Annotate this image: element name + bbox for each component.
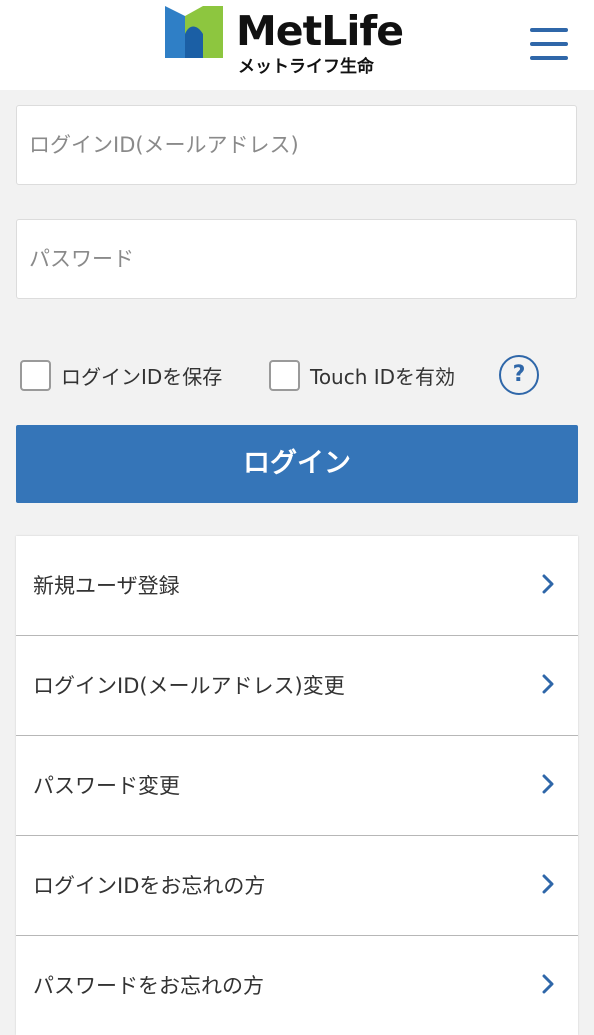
menu-item-change-password[interactable]: パスワード変更 [16, 736, 578, 836]
chevron-right-icon [542, 774, 554, 794]
brand-name: MetLife [236, 7, 404, 55]
login-id-input[interactable] [16, 105, 577, 185]
hamburger-menu-icon[interactable] [526, 24, 572, 64]
menu-item-label: ログインID(メールアドレス)変更 [33, 674, 345, 698]
metlife-logo-icon [165, 6, 223, 58]
chevron-right-icon [542, 674, 554, 694]
touch-id-checkbox[interactable]: Touch IDを有効 [269, 357, 455, 393]
login-options: ログインIDを保存 Touch IDを有効 ? [0, 355, 594, 395]
login-button[interactable]: ログイン [16, 425, 578, 503]
chevron-right-icon [542, 574, 554, 594]
menu-item-new-user[interactable]: 新規ユーザ登録 [16, 536, 578, 636]
menu-item-forgot-login-id[interactable]: ログインIDをお忘れの方 [16, 836, 578, 936]
brand-subtitle: メットライフ生命 [238, 57, 374, 77]
checkbox-box[interactable] [269, 359, 300, 391]
menu-item-label: 新規ユーザ登録 [33, 574, 180, 598]
app-header: MetLife メットライフ生命 [0, 0, 594, 90]
menu-item-label: パスワードをお忘れの方 [33, 974, 264, 998]
menu-item-change-login-id[interactable]: ログインID(メールアドレス)変更 [16, 636, 578, 736]
menu-item-forgot-password[interactable]: パスワードをお忘れの方 [16, 936, 578, 1035]
chevron-right-icon [542, 974, 554, 994]
help-icon[interactable]: ? [499, 355, 539, 395]
menu-item-label: パスワード変更 [33, 774, 180, 798]
save-login-id-checkbox[interactable]: ログインIDを保存 [20, 357, 222, 393]
password-input[interactable] [16, 219, 577, 299]
touch-id-label: Touch IDを有効 [310, 364, 456, 389]
chevron-right-icon [542, 874, 554, 894]
menu-item-label: ログインIDをお忘れの方 [33, 874, 266, 898]
checkbox-box[interactable] [20, 359, 51, 391]
account-menu-list: 新規ユーザ登録 ログインID(メールアドレス)変更 パスワード変更 ログインID… [16, 536, 578, 1035]
save-login-id-label: ログインIDを保存 [61, 364, 223, 389]
